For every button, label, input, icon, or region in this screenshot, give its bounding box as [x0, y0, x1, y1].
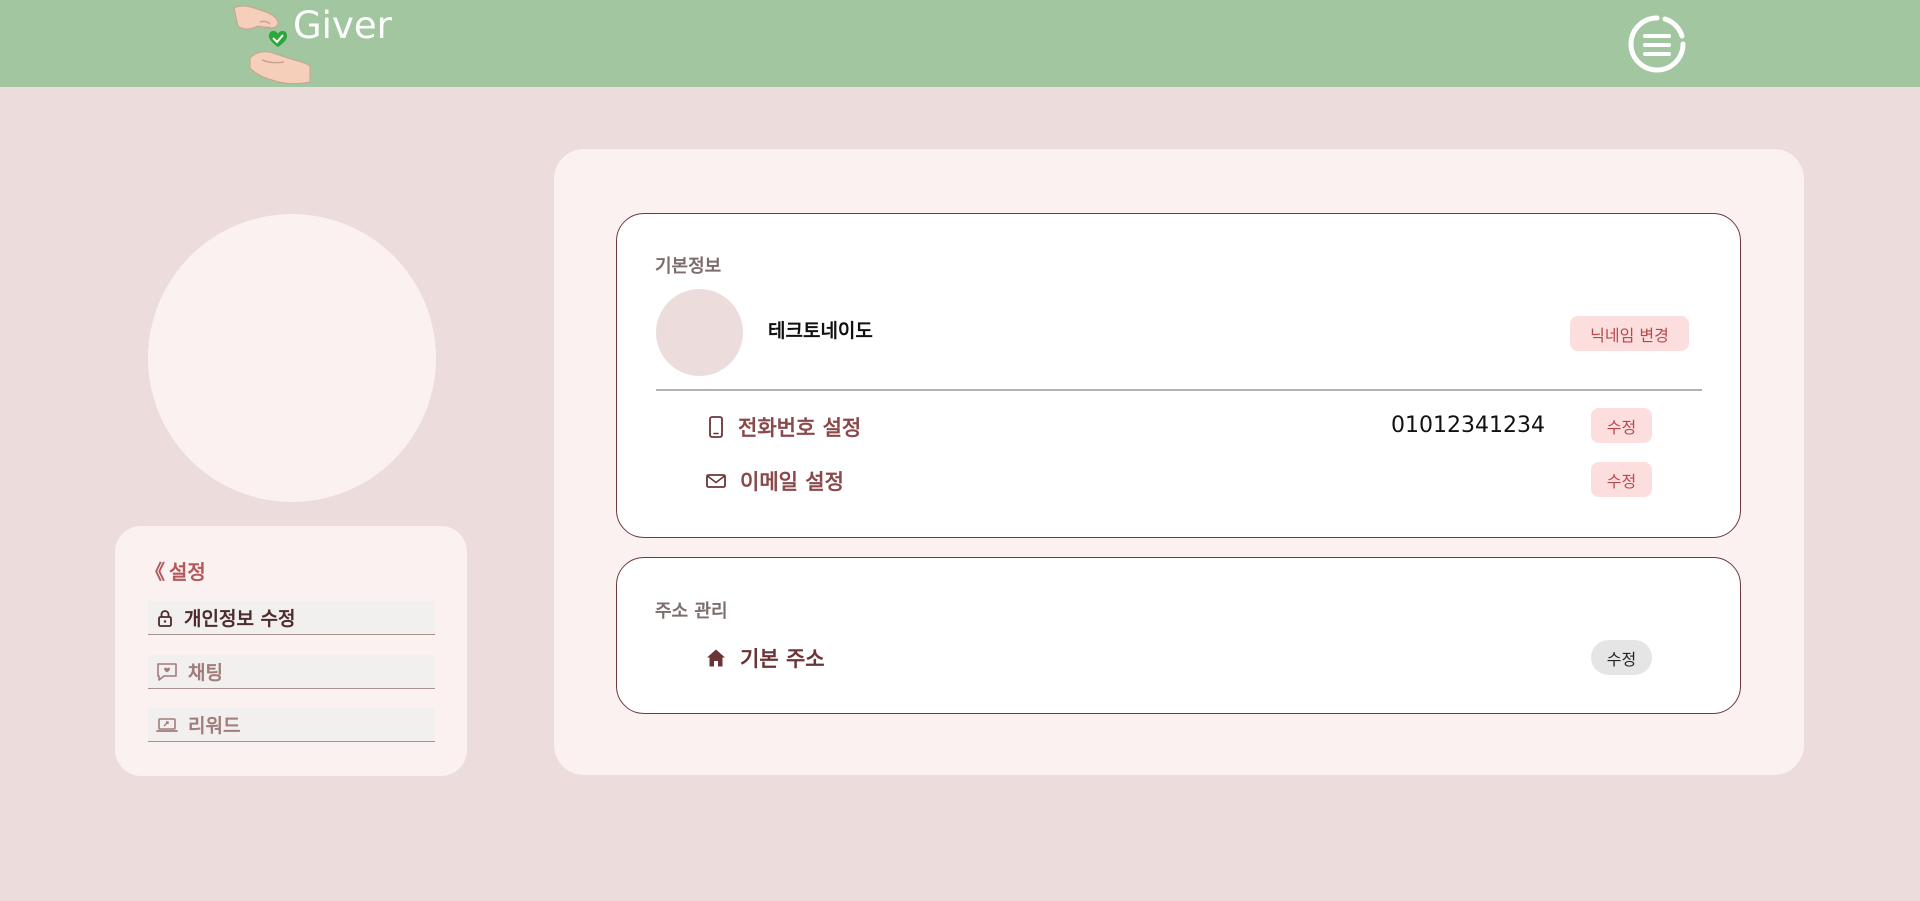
top-header: Giver — [0, 0, 1920, 87]
sidebar-item-reward[interactable]: 리워드 — [148, 708, 435, 742]
sidebar-item-label: 개인정보 수정 — [184, 608, 296, 630]
mail-icon — [706, 474, 726, 488]
sidebar-title-label: 설정 — [169, 560, 206, 584]
phone-number-value: 01012341234 — [1391, 413, 1545, 438]
sidebar-item-label: 리워드 — [188, 715, 241, 737]
email-setting-row: 이메일 설정 — [706, 466, 844, 496]
hamburger-menu-icon — [1628, 15, 1686, 73]
address-title: 주소 관리 — [655, 601, 728, 622]
chat-bubble-heart-icon — [157, 662, 177, 681]
edit-address-button[interactable]: 수정 — [1591, 640, 1652, 675]
sidebar-item-chat[interactable]: 채팅 — [148, 655, 435, 689]
email-setting-label: 이메일 설정 — [740, 470, 844, 494]
nickname-value: 테크토네이도 — [768, 320, 873, 342]
lock-icon — [158, 609, 172, 627]
basic-info-title: 기본정보 — [655, 256, 722, 277]
brand-name[interactable]: Giver — [293, 4, 392, 47]
profile-avatar[interactable] — [148, 214, 436, 502]
section-divider — [656, 389, 1702, 391]
edit-email-button[interactable]: 수정 — [1591, 462, 1652, 497]
phone-setting-row: 전화번호 설정 — [708, 412, 861, 442]
change-nickname-button[interactable]: 닉네임 변경 — [1570, 316, 1689, 351]
sidebar-item-label: 채팅 — [188, 662, 223, 684]
default-address-row: 기본 주소 — [706, 643, 825, 673]
menu-button[interactable] — [1625, 12, 1689, 76]
address-card — [616, 557, 1741, 714]
home-icon — [707, 649, 725, 667]
phone-icon — [709, 416, 723, 438]
edit-phone-button[interactable]: 수정 — [1591, 408, 1652, 443]
double-chevron-left-icon: 《 — [145, 560, 165, 584]
sidebar-title[interactable]: 《 설정 — [145, 556, 206, 585]
nickname-avatar — [656, 289, 743, 376]
laptop-reward-icon — [156, 717, 178, 732]
phone-setting-label: 전화번호 설정 — [738, 416, 862, 440]
default-address-label: 기본 주소 — [740, 647, 825, 671]
sidebar-item-personal-info[interactable]: 개인정보 수정 — [148, 601, 435, 635]
